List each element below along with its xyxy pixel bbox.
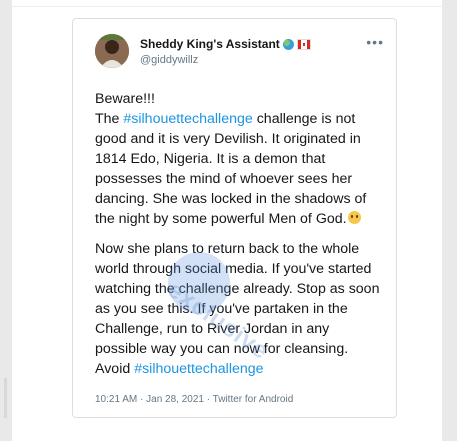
tweet-header: Sheddy King's Assistant @giddywillz •••: [95, 34, 386, 74]
tweet-paragraph-1: Beware!!! The #silhouettechallenge chall…: [95, 89, 385, 229]
author-handle[interactable]: @giddywillz: [140, 54, 311, 66]
tweet-text-body-2: Now she plans to return back to the whol…: [95, 241, 380, 377]
tweet-text: Beware!!! The #silhouettechallenge chall…: [95, 89, 385, 379]
tweet-paragraph-2: Now she plans to return back to the whol…: [95, 239, 385, 379]
author-display-name-row[interactable]: Sheddy King's Assistant: [140, 37, 311, 51]
edge-mark: [4, 378, 7, 418]
tweet-text-body-1: challenge is not good and it is very Dev…: [95, 111, 367, 227]
tweet-timestamp[interactable]: 10:21 AM · Jan 28, 2021 · Twitter for An…: [95, 394, 293, 405]
author-display-name[interactable]: Sheddy King's Assistant: [140, 37, 280, 51]
divider: [12, 6, 442, 7]
avatar-image: [95, 34, 129, 68]
author-names: Sheddy King's Assistant @giddywillz: [140, 37, 311, 66]
more-options-icon[interactable]: •••: [366, 34, 384, 50]
avatar[interactable]: [95, 34, 129, 68]
embedded-tweet-card[interactable]: Sheddy King's Assistant @giddywillz ••• …: [72, 18, 397, 418]
tweet-text-the: The: [95, 111, 124, 127]
grimacing-face-emoji-icon: [347, 211, 361, 224]
canada-flag-icon: [296, 38, 311, 50]
tweet-intro: Beware!!!: [95, 91, 155, 107]
globe-emoji-icon: [282, 38, 294, 50]
hashtag-link[interactable]: #silhouettechallenge: [123, 111, 252, 127]
hashtag-link-2[interactable]: #silhouettechallenge: [134, 361, 263, 377]
screenshot-frame: Sheddy King's Assistant @giddywillz ••• …: [12, 0, 442, 441]
